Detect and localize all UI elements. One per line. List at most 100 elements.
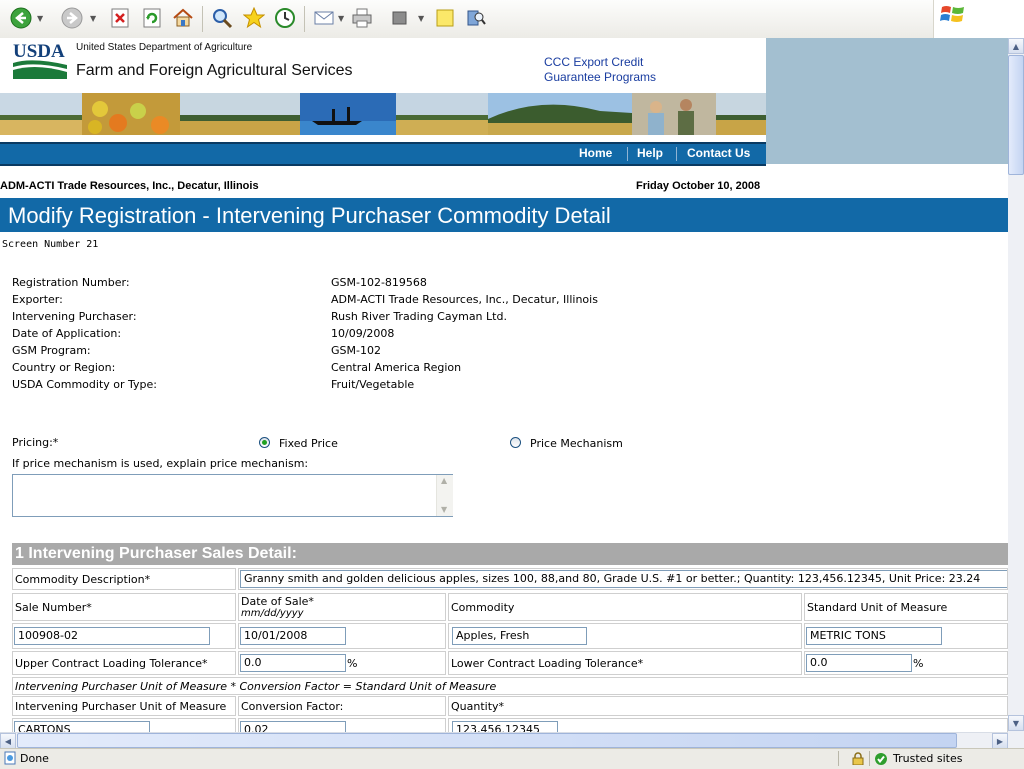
sale-number-input[interactable]: 100908-02: [14, 627, 210, 645]
favorites-icon[interactable]: [242, 6, 266, 30]
security-zone-text: Trusted sites: [893, 752, 963, 765]
nav-contact-link[interactable]: Contact Us: [687, 146, 750, 160]
application-date-value: 10/09/2008: [331, 327, 395, 340]
research-icon[interactable]: [464, 6, 488, 30]
status-divider: [838, 751, 839, 766]
conversion-cell: 0.02: [238, 718, 446, 732]
upper-tolerance-percent: %: [347, 657, 358, 670]
unit-of-measure-input[interactable]: METRIC TONS: [806, 627, 942, 645]
textarea-scroll-up-icon[interactable]: ▲: [441, 476, 447, 485]
usda-logo: USDA: [13, 41, 67, 79]
date-of-sale-label: Date of Sale*: [241, 595, 314, 608]
windows-logo-icon: [933, 0, 1024, 38]
fixed-price-label: Fixed Price: [279, 437, 338, 450]
nav-separator: [676, 147, 677, 161]
unit-label-cell: Standard Unit of Measure: [804, 593, 1008, 621]
lower-tolerance-label-cell: Lower Contract Loading Tolerance*: [448, 651, 802, 675]
stop-icon[interactable]: [108, 6, 132, 30]
horizontal-scroll-thumb[interactable]: [17, 733, 957, 748]
intervening-purchaser-value: Rush River Trading Cayman Ltd.: [331, 310, 507, 323]
price-mechanism-label: Price Mechanism: [530, 437, 623, 450]
lower-tolerance-cell: 0.0 %: [804, 651, 1008, 675]
sale-number-label: Sale Number*: [15, 601, 92, 614]
date-format-hint: mm/dd/yyyy: [241, 608, 304, 619]
toolbar-separator: [304, 6, 305, 32]
quantity-input[interactable]: 123,456.12345: [452, 721, 558, 732]
ip-unit-label: Intervening Purchaser Unit of Measure: [15, 700, 227, 713]
horizontal-scrollbar[interactable]: ◀ ▶: [0, 732, 1008, 749]
ccc-export-credit-link[interactable]: CCC Export Credit Guarantee Programs: [544, 55, 656, 85]
mail-dropdown-icon[interactable]: ▼: [338, 14, 344, 23]
textarea-scroll-down-icon[interactable]: ▼: [441, 505, 447, 514]
mail-icon[interactable]: [312, 6, 336, 30]
country-region-value: Central America Region: [331, 361, 462, 374]
commodity-cell: Apples, Fresh: [448, 623, 802, 649]
commodity-type-label: USDA Commodity or Type:: [12, 378, 157, 391]
discuss-icon[interactable]: [433, 6, 457, 30]
scroll-up-icon[interactable]: ▲: [1008, 38, 1024, 54]
vertical-scrollbar[interactable]: ▲ ▼: [1008, 38, 1024, 732]
upper-tolerance-input[interactable]: 0.0: [240, 654, 346, 672]
forward-dropdown-icon[interactable]: ▼: [90, 14, 96, 23]
history-icon[interactable]: [273, 6, 297, 30]
scroll-right-icon[interactable]: ▶: [992, 733, 1008, 749]
usda-logo-text: USDA: [13, 41, 65, 62]
main-navbar: Home Help Contact Us: [0, 142, 766, 166]
unit-of-measure-label: Standard Unit of Measure: [807, 601, 948, 614]
registration-number-label: Registration Number:: [12, 276, 130, 289]
browser-toolbar: ▼ ▼ ▼ ▼: [0, 0, 1024, 39]
forward-icon[interactable]: [60, 6, 84, 30]
price-mechanism-textarea[interactable]: [12, 474, 453, 517]
conversion-factor-input[interactable]: 0.02: [240, 721, 346, 732]
unit-cell: METRIC TONS: [804, 623, 1008, 649]
fixed-price-radio[interactable]: [259, 437, 270, 448]
commodity-input[interactable]: Apples, Fresh: [452, 627, 587, 645]
header-photo-strip: [0, 93, 766, 135]
page-title: Modify Registration - Intervening Purcha…: [8, 203, 611, 228]
quantity-cell: 123,456.12345: [448, 718, 1008, 732]
commodity-label: Commodity: [451, 601, 515, 614]
conversion-label-cell: Conversion Factor:: [238, 696, 446, 716]
commodity-description-input[interactable]: Granny smith and golden delicious apples…: [240, 570, 1007, 588]
nav-home-link[interactable]: Home: [579, 146, 612, 160]
lower-tolerance-percent: %: [913, 657, 924, 670]
ccc-link-line2: Guarantee Programs: [544, 70, 657, 84]
refresh-icon[interactable]: [140, 6, 164, 30]
ccc-link-line1: CCC Export Credit: [544, 55, 644, 69]
conversion-formula-cell: Intervening Purchaser Unit of Measure * …: [12, 677, 1008, 695]
title-band: Modify Registration - Intervening Purcha…: [0, 198, 1008, 232]
textarea-scrollbar[interactable]: ▲ ▼: [436, 475, 453, 516]
application-date-label: Date of Application:: [12, 327, 122, 340]
commodity-description-cell: Granny smith and golden delicious apples…: [238, 568, 1008, 590]
date-of-sale-label-cell: Date of Sale* mm/dd/yyyy: [238, 593, 446, 621]
date-of-sale-input[interactable]: 10/01/2008: [240, 627, 346, 645]
lower-tolerance-input[interactable]: 0.0: [806, 654, 912, 672]
quantity-label-cell: Quantity*: [448, 696, 1008, 716]
commodity-type-value: Fruit/Vegetable: [331, 378, 415, 391]
sale-number-label-cell: Sale Number*: [12, 593, 236, 621]
price-mechanism-radio[interactable]: [510, 437, 521, 448]
home-icon[interactable]: [171, 6, 195, 30]
nav-help-link[interactable]: Help: [637, 146, 663, 160]
page-icon: [4, 751, 16, 765]
country-region-label: Country or Region:: [12, 361, 116, 374]
scroll-left-icon[interactable]: ◀: [0, 733, 16, 749]
screen-number: Screen Number 21: [2, 239, 99, 250]
vertical-scroll-thumb[interactable]: [1008, 55, 1024, 175]
lower-tolerance-label: Lower Contract Loading Tolerance*: [451, 657, 644, 670]
edit-icon[interactable]: [388, 6, 412, 30]
price-mechanism-prompt: If price mechanism is used, explain pric…: [12, 457, 309, 470]
status-bar: Done Trusted sites: [0, 748, 1024, 769]
print-icon[interactable]: [350, 6, 374, 30]
conversion-formula: Intervening Purchaser Unit of Measure * …: [15, 680, 497, 693]
ip-unit-cell: CARTONS: [12, 718, 236, 732]
back-icon[interactable]: [9, 6, 33, 30]
search-icon[interactable]: [210, 6, 234, 30]
intervening-purchaser-label: Intervening Purchaser:: [12, 310, 137, 323]
sales-detail-header: 1 Intervening Purchaser Sales Detail:: [12, 543, 1008, 565]
scroll-down-icon[interactable]: ▼: [1008, 715, 1024, 731]
ip-unit-input[interactable]: CARTONS: [14, 721, 150, 732]
back-dropdown-icon[interactable]: ▼: [37, 14, 43, 23]
commodity-label-cell: Commodity: [448, 593, 802, 621]
edit-dropdown-icon[interactable]: ▼: [418, 14, 424, 23]
